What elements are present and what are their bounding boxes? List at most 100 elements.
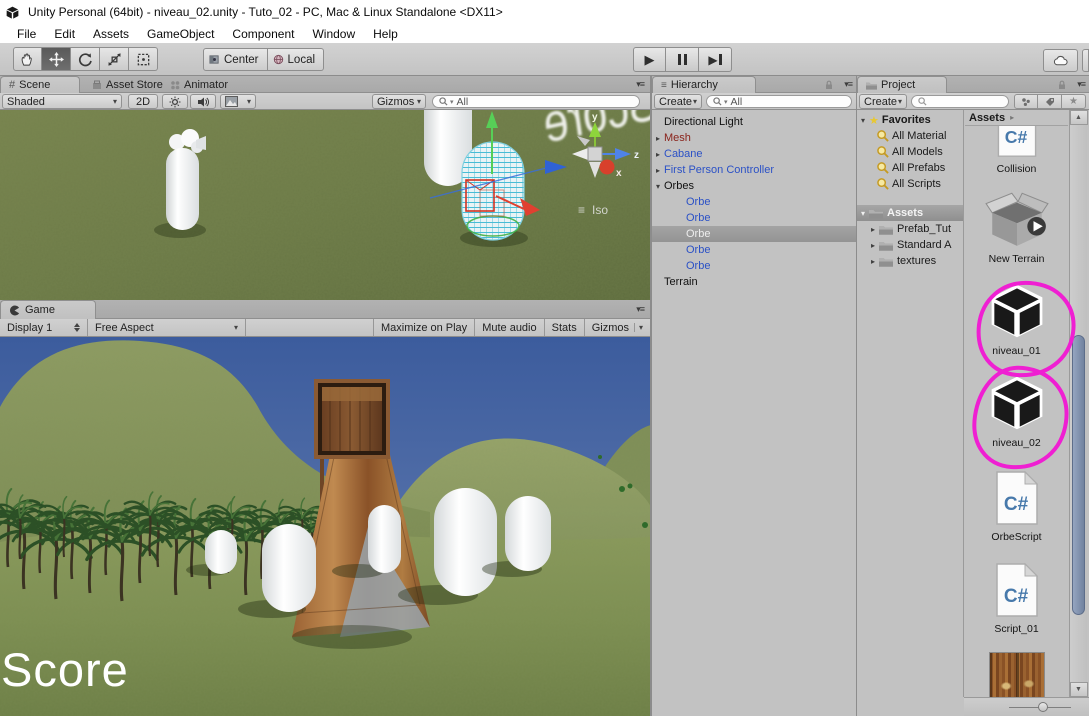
folder-prefab-tut[interactable]: ▸Prefab_Tut xyxy=(857,221,963,237)
scene-panel-menu-icon[interactable]: ▾≡ xyxy=(636,79,644,90)
move-tool-button[interactable] xyxy=(42,47,71,71)
search-filter-caret[interactable]: ▾ xyxy=(450,98,454,106)
scale-tool-button[interactable] xyxy=(100,47,129,71)
favorites-all-models[interactable]: All Models xyxy=(857,144,963,160)
hand-tool-button[interactable] xyxy=(13,47,42,71)
menu-help[interactable]: Help xyxy=(364,27,407,41)
expand-arrow[interactable]: ▸ xyxy=(652,166,664,175)
thumbnail-size-slider-knob[interactable] xyxy=(1038,702,1048,712)
menu-component[interactable]: Component xyxy=(223,27,303,41)
scene-audio-toggle[interactable] xyxy=(190,94,216,109)
tab-game[interactable]: Game xyxy=(0,300,96,319)
pivot-center-button[interactable]: Center xyxy=(203,48,268,71)
scene-gizmos-dropdown[interactable]: Gizmos▾ xyxy=(372,94,426,109)
display-dropdown[interactable]: Display 1 xyxy=(0,319,88,336)
scene-search-input[interactable]: ▾ All xyxy=(432,95,640,108)
mute-audio-button[interactable]: Mute audio xyxy=(475,319,544,336)
tab-scene[interactable]: # Scene xyxy=(0,76,80,93)
game-gizmos-dropdown[interactable]: Gizmos▾ xyxy=(585,319,650,336)
expand-arrow[interactable]: ▸ xyxy=(652,150,664,159)
scroll-down-icon: ▼ xyxy=(1075,686,1082,693)
menu-file[interactable]: File xyxy=(8,27,45,41)
layers-button-partial[interactable] xyxy=(1082,49,1089,72)
display-value: Display 1 xyxy=(7,322,52,334)
hierarchy-item-cabane[interactable]: ▸Cabane xyxy=(652,146,856,162)
tab-hierarchy[interactable]: ≡ Hierarchy xyxy=(652,76,756,93)
asset-store-icon xyxy=(92,80,102,90)
pivot-local-button[interactable]: Local xyxy=(268,48,325,71)
favorites-root[interactable]: ▾ ★ Favorites xyxy=(857,112,963,128)
rotate-tool-button[interactable] xyxy=(71,47,100,71)
tab-asset-store[interactable]: Asset Store xyxy=(84,76,171,93)
hierarchy-item-directional-light[interactable]: Directional Light xyxy=(652,114,856,130)
scene-lighting-toggle[interactable] xyxy=(162,94,188,109)
folder-textures[interactable]: ▸textures xyxy=(857,253,963,269)
breadcrumb-assets[interactable]: Assets xyxy=(969,112,1005,124)
game-toolbar: Display 1 Free Aspect ▾ Maximize on Play… xyxy=(0,319,650,337)
shading-mode-dropdown[interactable]: Shaded▾ xyxy=(2,94,122,109)
favorites-all-scripts[interactable]: All Scripts xyxy=(857,176,963,192)
breadcrumb-arrow-icon: ▸ xyxy=(1010,113,1014,122)
favorites-filter-button[interactable]: ★ xyxy=(1062,94,1086,109)
asset-wood-texture[interactable] xyxy=(965,652,1068,697)
menu-gameobject[interactable]: GameObject xyxy=(138,27,223,41)
project-panel-menu-icon[interactable]: ▾≡ xyxy=(1077,79,1085,90)
game-viewport[interactable]: Score xyxy=(0,337,650,716)
hierarchy-item-mesh[interactable]: ▸Mesh xyxy=(652,130,856,146)
menu-edit[interactable]: Edit xyxy=(45,27,84,41)
game-panel-menu-icon[interactable]: ▾≡ xyxy=(636,304,644,315)
project-scrollbar[interactable]: ▲ ▼ xyxy=(1069,110,1087,697)
toggle-2d-button[interactable]: 2D xyxy=(128,94,158,109)
menu-window[interactable]: Window xyxy=(303,27,364,41)
rect-tool-button[interactable] xyxy=(129,47,158,71)
folder-standard-assets[interactable]: ▸Standard A xyxy=(857,237,963,253)
scene-viewport[interactable]: Score xyxy=(0,110,650,300)
menu-assets[interactable]: Assets xyxy=(84,27,138,41)
asset-script-01[interactable]: Script_01 xyxy=(965,562,1068,635)
favorites-all-prefabs[interactable]: All Prefabs xyxy=(857,160,963,176)
asset-new-terrain[interactable]: New Terrain xyxy=(965,186,1068,265)
assets-root-selected[interactable]: ▾ Assets xyxy=(857,205,963,221)
asset-niveau-01[interactable]: niveau_01 xyxy=(965,282,1068,357)
favorites-all-materials[interactable]: All Material xyxy=(857,128,963,144)
tab-animator[interactable]: Animator xyxy=(162,76,236,93)
play-button[interactable]: ▶ xyxy=(633,47,666,72)
maximize-on-play-button[interactable]: Maximize on Play xyxy=(373,319,475,336)
asset-orbescript[interactable]: OrbeScript xyxy=(965,470,1068,543)
hierarchy-create-button[interactable]: Create▾ xyxy=(654,94,702,109)
lock-icon[interactable] xyxy=(824,80,834,90)
asset-niveau-02[interactable]: niveau_02 xyxy=(965,374,1068,449)
aspect-dropdown[interactable]: Free Aspect ▾ xyxy=(88,319,246,336)
hierarchy-item-first-person-controller[interactable]: ▸First Person Controller xyxy=(652,162,856,178)
search-by-type-button[interactable] xyxy=(1014,94,1038,109)
scene-effects-dropdown[interactable]: ▾ xyxy=(220,94,256,109)
tab-project[interactable]: Project xyxy=(857,76,947,93)
hierarchy-item-orbes[interactable]: ▾Orbes xyxy=(652,178,856,194)
search-by-label-button[interactable] xyxy=(1038,94,1062,109)
project-scrollbar-thumb[interactable] xyxy=(1072,335,1085,615)
lock-icon[interactable] xyxy=(1057,80,1067,90)
project-create-button[interactable]: Create▾ xyxy=(859,94,907,109)
hierarchy-item-orbe-1[interactable]: Orbe xyxy=(652,194,856,210)
project-tab-icon xyxy=(866,81,877,90)
scroll-down-button[interactable]: ▼ xyxy=(1070,682,1088,697)
hierarchy-search-input[interactable]: ▾ All xyxy=(706,95,852,108)
collapse-arrow[interactable]: ▾ xyxy=(652,182,664,191)
step-button[interactable]: ▶ xyxy=(699,47,732,72)
hierarchy-item-orbe-3-selected[interactable]: Orbe xyxy=(652,226,856,242)
hierarchy-item-orbe-4[interactable]: Orbe xyxy=(652,242,856,258)
hierarchy-item-orbe-5[interactable]: Orbe xyxy=(652,258,856,274)
pause-button[interactable] xyxy=(666,47,699,72)
project-search-input[interactable] xyxy=(911,95,1009,108)
pivot-center-label: Center xyxy=(224,54,259,66)
expand-arrow[interactable]: ▸ xyxy=(652,134,664,143)
hierarchy-item-terrain[interactable]: Terrain xyxy=(652,274,856,290)
hierarchy-item-orbe-2[interactable]: Orbe xyxy=(652,210,856,226)
scroll-up-button[interactable]: ▲ xyxy=(1070,110,1088,125)
scene-projection-label[interactable]: ≡ Iso xyxy=(578,203,608,217)
cloud-services-button[interactable] xyxy=(1043,49,1078,72)
stats-button[interactable]: Stats xyxy=(545,319,585,336)
folder-icon xyxy=(869,208,883,219)
hierarchy-panel-menu-icon[interactable]: ▾≡ xyxy=(844,79,852,90)
game-tab-bar: Game ▾≡ xyxy=(0,300,650,319)
